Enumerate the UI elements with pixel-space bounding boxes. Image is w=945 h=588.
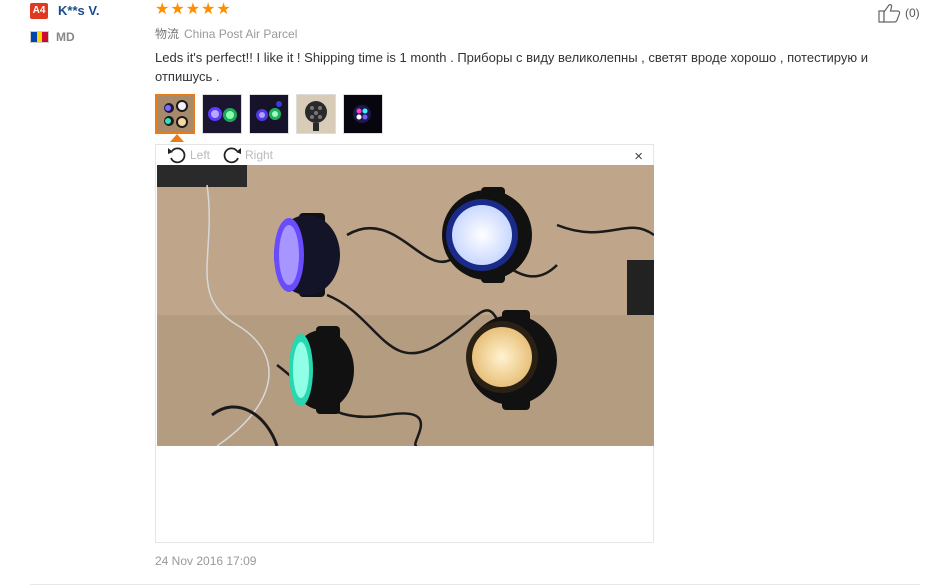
reviewer-country: MD bbox=[56, 30, 75, 44]
helpful-count: (0) bbox=[905, 6, 920, 20]
shipping-label: 物流 bbox=[155, 27, 180, 41]
rotate-right-icon bbox=[223, 147, 241, 164]
star-icon: ★ bbox=[201, 1, 216, 18]
star-rating: ★ ★ ★ ★ ★ bbox=[155, 1, 231, 19]
star-icon: ★ bbox=[185, 1, 201, 18]
rotate-right-label: Right bbox=[245, 148, 274, 162]
review-date: 24 Nov 2016 17:09 bbox=[155, 554, 257, 568]
country-flag-icon bbox=[30, 31, 49, 43]
member-level-badge: A4 bbox=[30, 3, 48, 19]
helpful-button[interactable]: (0) bbox=[878, 3, 920, 23]
divider bbox=[30, 584, 920, 585]
star-icon: ★ bbox=[155, 1, 170, 18]
review-photo bbox=[157, 165, 654, 446]
shipping-method: China Post Air Parcel bbox=[184, 27, 298, 41]
shipping-info: 物流 China Post Air Parcel bbox=[155, 25, 297, 42]
photo-thumbnail[interactable] bbox=[296, 94, 336, 134]
rotate-left-label: Left bbox=[190, 148, 211, 162]
star-icon: ★ bbox=[216, 1, 231, 18]
close-icon[interactable]: × bbox=[634, 148, 643, 165]
rotate-left-button[interactable]: Left bbox=[166, 145, 210, 165]
rotate-right-button[interactable]: Right bbox=[221, 145, 273, 165]
photo-thumbnail[interactable] bbox=[249, 94, 289, 134]
photo-thumbnail[interactable] bbox=[343, 94, 383, 134]
reviewer-name[interactable]: K**s V. bbox=[58, 3, 99, 18]
photo-viewer: Left Right × bbox=[155, 144, 654, 543]
star-icon: ★ bbox=[170, 1, 185, 18]
review-photo-thumbnails bbox=[155, 94, 383, 134]
rotate-left-icon bbox=[168, 147, 186, 164]
active-thumbnail-pointer bbox=[170, 134, 184, 142]
review-text: Leds it's perfect!! I like it ! Shipping… bbox=[155, 50, 869, 84]
photo-thumbnail[interactable] bbox=[202, 94, 242, 134]
photo-thumbnail[interactable] bbox=[155, 94, 195, 134]
thumbs-up-icon bbox=[878, 4, 901, 23]
